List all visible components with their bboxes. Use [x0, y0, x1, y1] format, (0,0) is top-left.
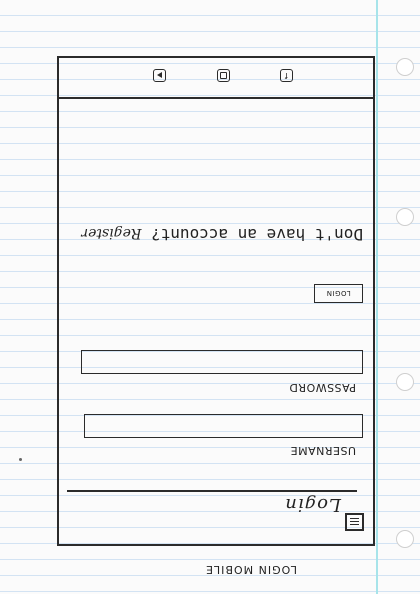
username-field[interactable]	[84, 414, 363, 438]
notebook-paper: Login USERNAME PASSWORD LOGIN Don't have…	[0, 0, 420, 594]
username-label: USERNAME	[290, 444, 356, 457]
register-link[interactable]: Register	[81, 225, 141, 241]
password-field[interactable]	[81, 350, 363, 374]
play-icon[interactable]	[153, 69, 166, 82]
header-divider	[67, 490, 357, 492]
page-title: Login	[284, 494, 341, 515]
hamburger-menu-icon[interactable]	[345, 513, 364, 531]
login-button[interactable]: LOGIN	[314, 284, 363, 303]
facebook-glyph: f	[285, 71, 288, 81]
phone-frame: Login USERNAME PASSWORD LOGIN Don't have…	[57, 56, 375, 546]
register-prompt-text: Don't have an account?	[151, 225, 363, 244]
register-prompt: Don't have an account? Register	[81, 225, 363, 244]
facebook-icon[interactable]: f	[280, 69, 293, 82]
password-label: PASSWORD	[288, 381, 356, 394]
login-mobile-wireframe: Login USERNAME PASSWORD LOGIN Don't have…	[0, 0, 420, 594]
bottom-nav-divider	[59, 97, 373, 99]
screen-caption: LOGIN MOBILE	[205, 563, 297, 576]
instagram-icon[interactable]	[217, 69, 230, 82]
